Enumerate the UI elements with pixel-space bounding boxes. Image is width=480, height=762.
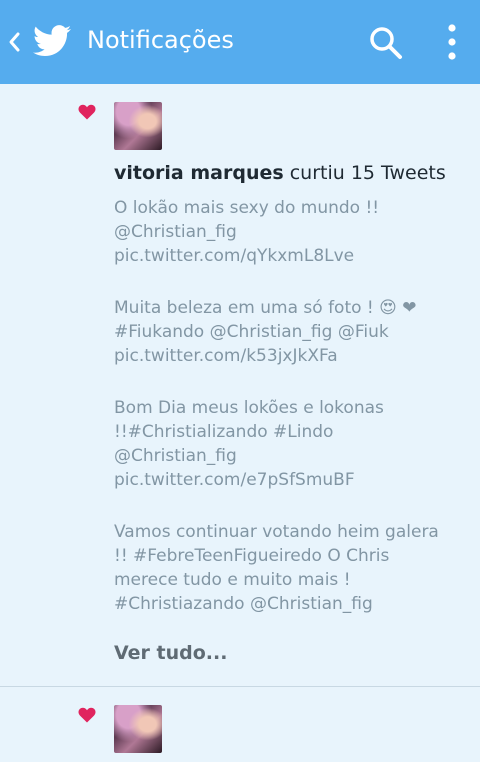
avatar[interactable] [114, 102, 162, 150]
notification-item[interactable] [0, 687, 480, 762]
tweet-text[interactable]: Muita beleza em uma só foto ! 😍 ❤ #Fiuka… [114, 296, 454, 368]
tweet-text[interactable]: Vamos continuar votando heim galera !! #… [114, 520, 454, 616]
avatar[interactable] [114, 705, 162, 753]
app-bar: Notificações [0, 0, 480, 84]
notification-headline: vitoria marques curtiu 15 Tweets [114, 162, 446, 184]
notification-item[interactable]: vitoria marques curtiu 15 Tweets O lokão… [0, 84, 480, 686]
user-name[interactable]: vitoria marques [114, 162, 284, 184]
heart-icon [78, 104, 96, 120]
tweet-text[interactable]: Bom Dia meus lokões e lokonas !!#Christi… [114, 396, 454, 492]
tweet-text[interactable]: O lokão mais sexy do mundo !! @Christian… [114, 196, 454, 268]
heart-icon [78, 707, 96, 723]
see-all-link[interactable]: Ver tudo... [114, 642, 227, 664]
chevron-left-icon[interactable] [6, 26, 22, 58]
page-title: Notificações [87, 26, 234, 54]
action-text: curtiu 15 Tweets [283, 162, 446, 184]
more-vert-icon[interactable] [440, 20, 464, 64]
search-icon[interactable] [366, 24, 406, 62]
twitter-bird-icon [33, 25, 71, 57]
